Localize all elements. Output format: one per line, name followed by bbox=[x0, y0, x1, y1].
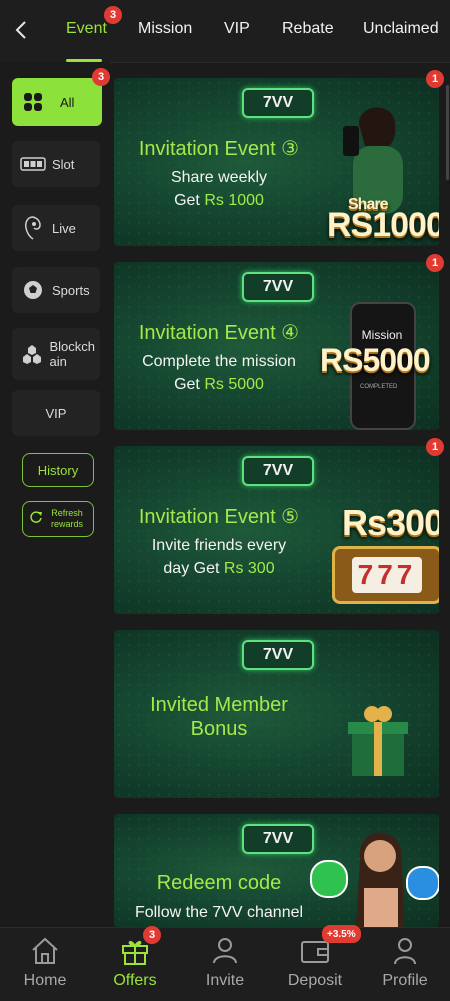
sidebar-item-vip[interactable]: VIP bbox=[12, 390, 100, 436]
tab-unclaimed[interactable]: Unclaimed bbox=[363, 20, 439, 38]
gift-box-illustration bbox=[346, 700, 410, 780]
promo-small-text: Mission bbox=[361, 328, 403, 342]
brand-pill: 7VV bbox=[242, 88, 314, 118]
sidebar-item-sports[interactable]: Sports bbox=[12, 267, 100, 313]
sidebar-item-label: Sports bbox=[52, 282, 90, 298]
card-title: Invitation Event ⑤ bbox=[138, 506, 300, 528]
card-title: Invitation Event ③ bbox=[138, 138, 300, 160]
brand-pill: 7VV bbox=[242, 824, 314, 854]
promo-amount: RS5000 bbox=[320, 342, 431, 378]
nav-label: Profile bbox=[382, 972, 428, 989]
card-amount: Rs 1000 bbox=[204, 192, 264, 209]
promo-tag: COMPLETED bbox=[360, 384, 398, 390]
history-button[interactable]: History bbox=[22, 453, 94, 487]
slot-machine-icon bbox=[20, 151, 46, 177]
brand-pill: 7VV bbox=[242, 456, 314, 486]
nav-home[interactable]: Home bbox=[0, 928, 90, 1001]
card-amount: Rs 5000 bbox=[204, 376, 264, 393]
sidebar-item-label: Live bbox=[52, 220, 76, 236]
card-line: Complete the mission bbox=[142, 353, 296, 370]
tab-mission[interactable]: Mission bbox=[138, 20, 192, 38]
tab-vip[interactable]: VIP bbox=[224, 20, 250, 38]
card-amount: Rs 300 bbox=[223, 560, 275, 577]
nav-invite[interactable]: Invite bbox=[180, 928, 270, 1001]
card-line: day Get Rs 300 bbox=[163, 560, 275, 577]
home-icon bbox=[28, 934, 62, 968]
card-line: Get Rs 1000 bbox=[174, 192, 264, 209]
sidebar-item-label: Slot bbox=[52, 156, 75, 172]
refresh-icon bbox=[29, 510, 43, 529]
top-tab-bar: Event 3 Mission VIP Rebate Unclaimed bbox=[0, 0, 450, 63]
grid-icon bbox=[20, 89, 46, 115]
card-title: Redeem code bbox=[156, 872, 282, 894]
event-card-redeem-code[interactable]: 7VV Redeem code Follow the 7VV channel bbox=[114, 814, 439, 927]
slot-reels-illustration: 777 bbox=[332, 546, 439, 604]
card-badge: 1 bbox=[426, 438, 444, 456]
card-line: Follow the 7VV channel bbox=[134, 904, 304, 921]
nav-label: Invite bbox=[205, 972, 245, 989]
sidebar-item-slot[interactable]: Slot bbox=[12, 141, 100, 187]
blockchain-icon bbox=[20, 341, 43, 367]
event-card-invitation-5[interactable]: 7VV Invitation Event ⑤ Invite friends ev… bbox=[114, 446, 439, 614]
tab-event-badge: 3 bbox=[104, 6, 122, 24]
soccer-ball-icon bbox=[20, 277, 46, 303]
card-badge: 1 bbox=[426, 70, 444, 88]
nav-label: Deposit bbox=[287, 972, 343, 989]
live-dealer-icon bbox=[20, 215, 46, 241]
whatsapp-icon bbox=[310, 860, 348, 898]
event-card-invitation-4[interactable]: 7VV Invitation Event ④ Complete the miss… bbox=[114, 262, 439, 430]
sidebar-item-blockchain[interactable]: Blockchain bbox=[12, 328, 100, 380]
sidebar-item-label: Blockchain bbox=[49, 339, 95, 369]
tab-event[interactable]: Event bbox=[66, 20, 107, 38]
tab-rebate[interactable]: Rebate bbox=[282, 20, 334, 38]
back-arrow-icon[interactable] bbox=[10, 18, 34, 42]
brand-pill: 7VV bbox=[242, 272, 314, 302]
event-card-invitation-3[interactable]: 7VV Invitation Event ③ Share weekly Get … bbox=[114, 78, 439, 246]
card-line: Get Rs 5000 bbox=[174, 376, 264, 393]
sidebar-item-all[interactable]: All bbox=[12, 78, 102, 126]
promo-amount: Rs300 bbox=[342, 502, 439, 543]
deposit-bonus-badge: +3.5% bbox=[322, 925, 361, 943]
card-title: Invited Member bbox=[150, 694, 288, 716]
nav-label: Offers bbox=[113, 972, 157, 989]
card-line: Share weekly bbox=[170, 169, 268, 186]
event-card-invited-member-bonus[interactable]: 7VV Invited Member Bonus bbox=[114, 630, 439, 798]
nav-offers[interactable]: Offers bbox=[90, 928, 180, 1001]
offers-badge: 3 bbox=[143, 926, 161, 944]
card-title: Bonus bbox=[190, 718, 248, 740]
refresh-rewards-label: Refresh rewards bbox=[50, 508, 83, 529]
sidebar-item-label: All bbox=[60, 94, 75, 110]
invite-icon bbox=[208, 934, 242, 968]
nav-profile[interactable]: Profile bbox=[360, 928, 450, 1001]
bottom-nav: Home Offers 3 Invite Deposit +3.5% Profi… bbox=[0, 925, 450, 1001]
refresh-rewards-button[interactable]: Refresh rewards bbox=[22, 501, 94, 537]
scrollbar[interactable] bbox=[446, 85, 449, 180]
promo-amount: RS1000 bbox=[327, 206, 439, 244]
category-sidebar: All 3 Slot Live Sports Blockchain VIP Hi… bbox=[0, 62, 110, 927]
card-line: Invite friends every bbox=[151, 537, 287, 554]
telegram-icon bbox=[406, 866, 439, 900]
profile-icon bbox=[388, 934, 422, 968]
sidebar-item-label: VIP bbox=[45, 405, 67, 421]
nav-label: Home bbox=[23, 972, 67, 989]
sidebar-all-badge: 3 bbox=[92, 68, 110, 86]
brand-pill: 7VV bbox=[242, 640, 314, 670]
card-title: Invitation Event ④ bbox=[138, 322, 300, 344]
woman-illustration bbox=[346, 818, 412, 927]
sidebar-item-live[interactable]: Live bbox=[12, 205, 100, 251]
card-badge: 1 bbox=[426, 254, 444, 272]
